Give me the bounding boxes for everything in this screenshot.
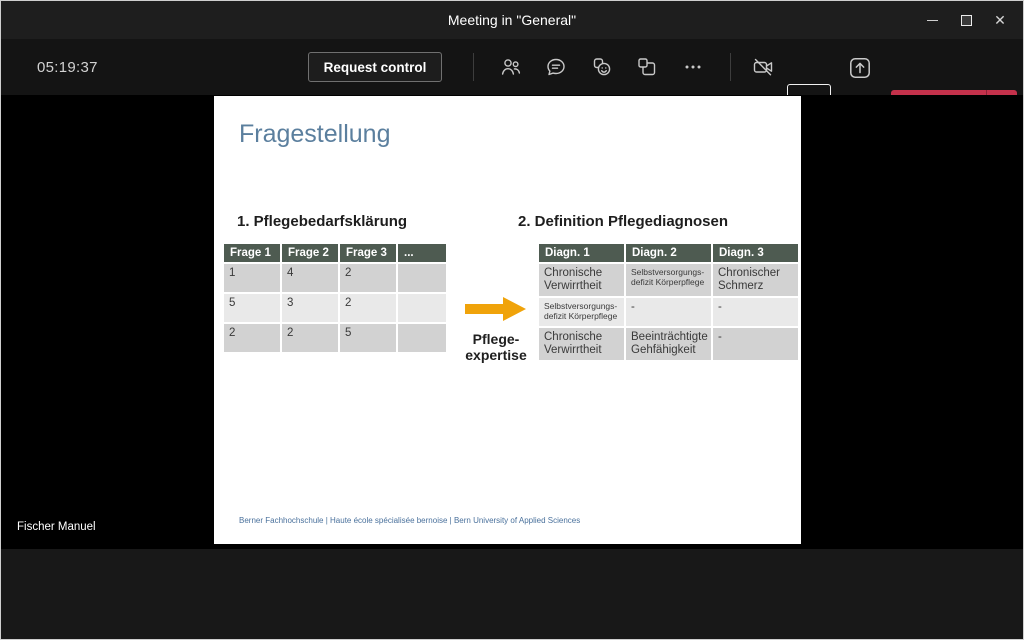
table-cell: Chronische Verwirrtheit: [539, 264, 624, 296]
table-cell: [398, 324, 446, 352]
request-control-button[interactable]: Request control: [308, 52, 442, 82]
table-cell: Selbstversorgungs-defizit Körperpflege: [539, 298, 624, 326]
process-arrow: Pflege- expertise: [460, 296, 532, 363]
pop-out-window-icon: [635, 55, 659, 79]
table-header-cell: Frage 2: [282, 244, 338, 262]
teams-meeting-window: Meeting in "General" ✕ 05:19:37 Request …: [0, 0, 1024, 640]
table-cell: -: [713, 298, 798, 326]
table-cell: 4: [282, 264, 338, 292]
table-cell: Beeinträchtigte Gehfähigkeit: [626, 328, 711, 360]
arrow-label-line2: expertise: [460, 347, 532, 363]
maximize-icon: [961, 15, 972, 26]
table-cell: 3: [282, 294, 338, 322]
participants-button[interactable]: [493, 49, 529, 85]
right-arrow-icon: [465, 296, 527, 322]
table-header-cell: Diagn. 2: [626, 244, 711, 262]
table-cell: 1: [224, 264, 280, 292]
table-cell: -: [626, 298, 711, 326]
slide-title: Fragestellung: [239, 120, 390, 149]
arrow-label: Pflege- expertise: [460, 331, 532, 363]
table-cell: 2: [224, 324, 280, 352]
table-cell: 2: [282, 324, 338, 352]
slide-section2-heading: 2. Definition Pflegediagnosen: [518, 213, 728, 230]
fragen-table: Frage 1Frage 2Frage 3...142532225: [222, 242, 448, 354]
breakout-rooms-button[interactable]: [629, 49, 665, 85]
more-dots-icon: [681, 55, 705, 79]
share-screen-icon: [847, 55, 873, 81]
close-icon: ✕: [994, 12, 1006, 29]
table-cell: [398, 264, 446, 292]
table-cell: -: [713, 328, 798, 360]
table-header-cell: ...: [398, 244, 446, 262]
close-button[interactable]: ✕: [983, 5, 1017, 35]
slide-footer: Berner Fachhochschule | Haute école spéc…: [239, 516, 580, 525]
chat-button[interactable]: [538, 49, 574, 85]
diagnosen-table: Diagn. 1Diagn. 2Diagn. 3 Chronische Verwi…: [537, 242, 800, 362]
table-header-cell: Diagn. 3: [713, 244, 798, 262]
window-title: Meeting in "General": [1, 1, 1023, 39]
table-header-cell: Frage 1: [224, 244, 280, 262]
maximize-button[interactable]: [949, 5, 983, 35]
share-button[interactable]: [842, 50, 878, 86]
presenter-name-overlay: Fischer Manuel: [17, 521, 96, 533]
window-controls: ✕: [915, 1, 1017, 39]
table-cell: Chronischer Schmerz: [713, 264, 798, 296]
camera-off-button[interactable]: [745, 49, 781, 85]
reactions-icon: [590, 55, 614, 79]
chat-icon: [544, 55, 568, 79]
stage: Fragestellung 1. Pflegebedarfsklärung 2.…: [1, 95, 1023, 549]
participant-strip: +7 GH VJ HM JP Juchli Patrick MC Moricch…: [1, 549, 1023, 640]
people-icon: [499, 55, 523, 79]
meeting-toolbar: 05:19:37 Request control: [1, 39, 1023, 95]
table-cell: Selbstversorgungs-defizit Körperpflege: [626, 264, 711, 296]
slide-section1-heading: 1. Pflegebedarfsklärung: [237, 213, 407, 230]
table-cell: 5: [224, 294, 280, 322]
minimize-icon: [927, 20, 938, 21]
table-cell: 2: [340, 294, 396, 322]
toolbar-divider: [730, 53, 731, 81]
table-cell: [398, 294, 446, 322]
shared-slide: Fragestellung 1. Pflegebedarfsklärung 2.…: [214, 96, 801, 544]
camera-off-icon: [751, 55, 775, 79]
arrow-label-line1: Pflege-: [460, 331, 532, 347]
titlebar: Meeting in "General" ✕: [1, 1, 1023, 39]
table-cell: 2: [340, 264, 396, 292]
more-actions-button[interactable]: [675, 49, 711, 85]
toolbar-divider: [473, 53, 474, 81]
meeting-timer: 05:19:37: [37, 39, 98, 95]
reactions-button[interactable]: [584, 49, 620, 85]
table-cell: Chronische Verwirrtheit: [539, 328, 624, 360]
table-header-cell: Diagn. 1: [539, 244, 624, 262]
table-cell: 5: [340, 324, 396, 352]
minimize-button[interactable]: [915, 5, 949, 35]
table-header-cell: Frage 3: [340, 244, 396, 262]
